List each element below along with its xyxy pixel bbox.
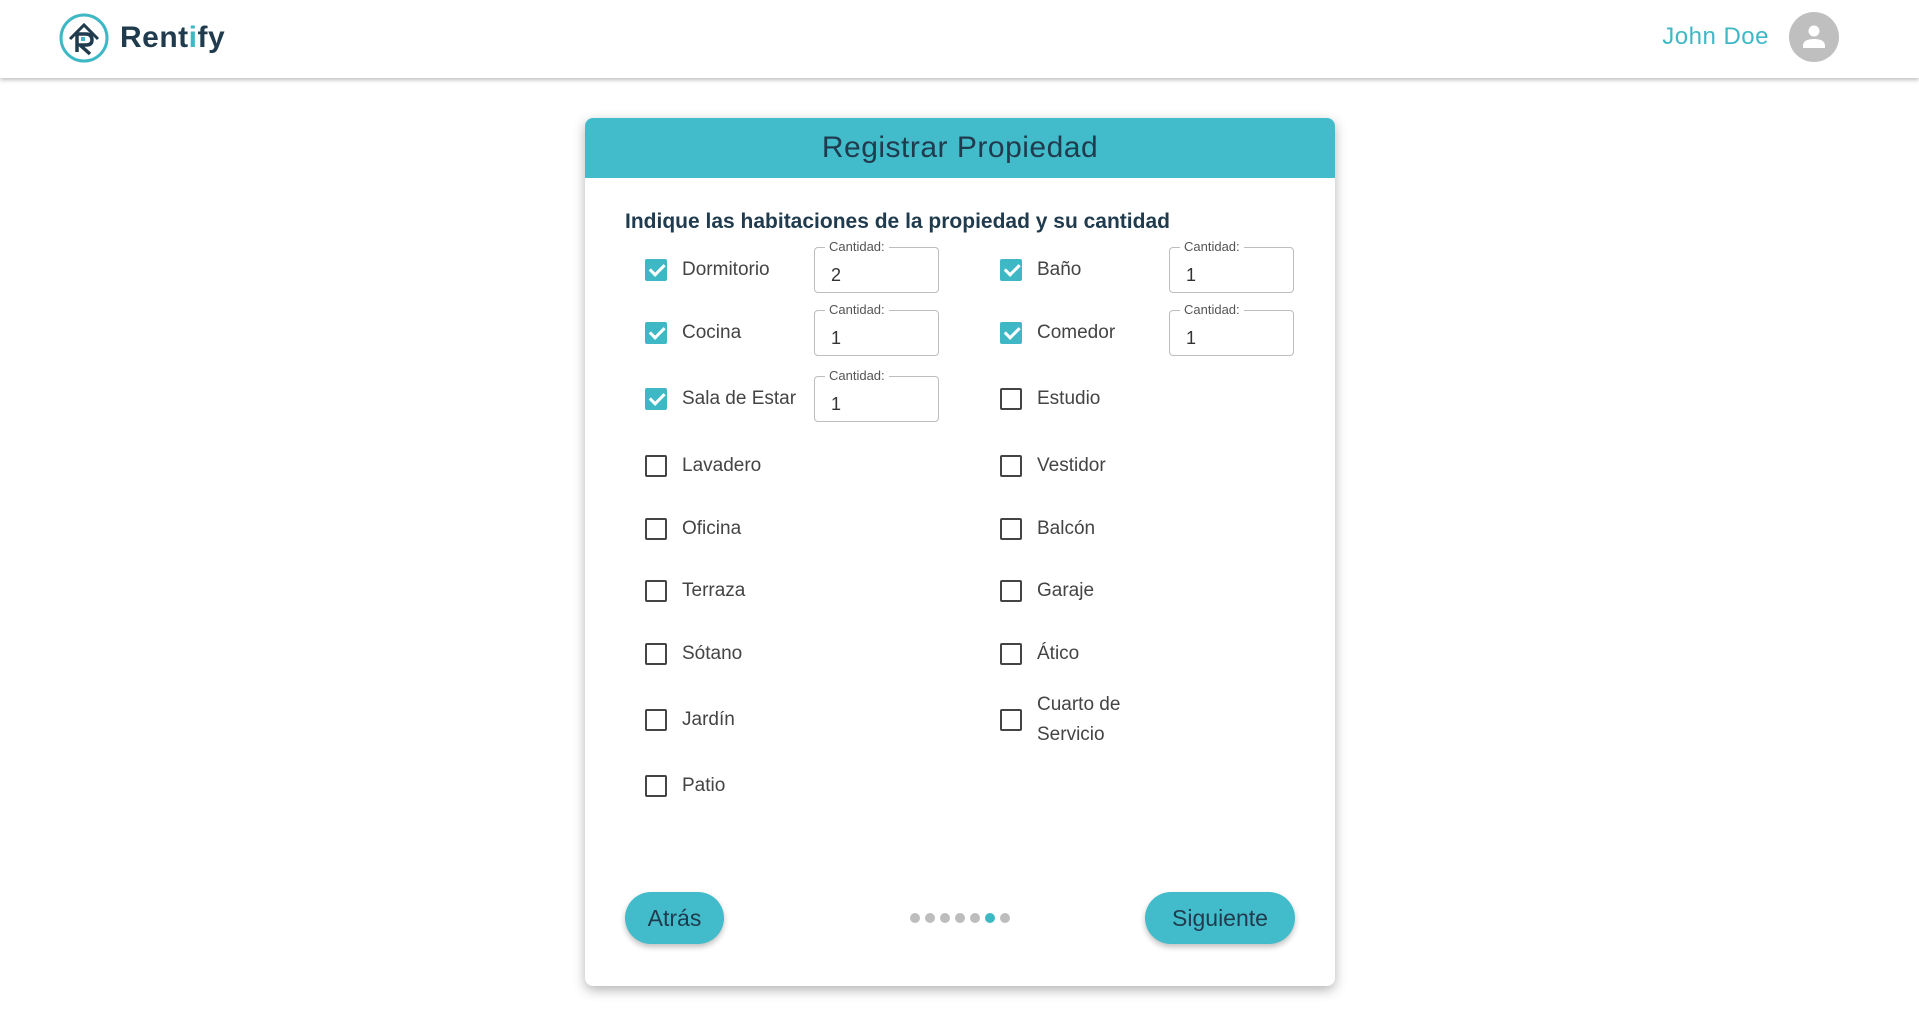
room-label: Lavadero: [682, 455, 762, 476]
room-checkbox[interactable]: [645, 455, 667, 477]
room-option[interactable]: Cocina: [645, 303, 802, 363]
room-checkbox[interactable]: [1000, 580, 1022, 602]
rooms-question: Indique las habitaciones de la propiedad…: [625, 210, 1170, 233]
step-indicator: [885, 913, 1035, 923]
quantity-field[interactable]: Cantidad:: [1169, 239, 1294, 293]
room-label: Vestidor: [1037, 455, 1106, 476]
avatar[interactable]: [1789, 12, 1839, 62]
quantity-label: Cantidad:: [1180, 302, 1244, 317]
room-checkbox[interactable]: [645, 259, 667, 281]
step-dot: [1000, 913, 1010, 923]
room-checkbox[interactable]: [1000, 259, 1022, 281]
quantity-field[interactable]: Cantidad:: [814, 302, 939, 356]
room-option[interactable]: Balcón: [1000, 499, 1157, 559]
room-label: Cocina: [682, 322, 742, 343]
room-checkbox[interactable]: [1000, 643, 1022, 665]
room-option[interactable]: Patio: [645, 756, 802, 816]
room-label: Comedor: [1037, 322, 1116, 343]
user-menu[interactable]: John Doe: [1662, 12, 1839, 62]
register-property-card: Registrar Propiedad Indique las habitaci…: [585, 118, 1335, 986]
quantity-input[interactable]: [815, 311, 938, 355]
room-option[interactable]: Estudio: [1000, 369, 1157, 429]
room-option[interactable]: Oficina: [645, 499, 802, 559]
room-label: Dormitorio: [682, 259, 770, 280]
quantity-field[interactable]: Cantidad:: [814, 368, 939, 422]
room-checkbox[interactable]: [1000, 322, 1022, 344]
room-checkbox[interactable]: [645, 518, 667, 540]
room-checkbox[interactable]: [645, 643, 667, 665]
step-dot: [955, 913, 965, 923]
room-label: Sótano: [682, 643, 743, 664]
room-label: Balcón: [1037, 518, 1096, 539]
user-icon: [1803, 25, 1825, 48]
step-dot: [925, 913, 935, 923]
room-option[interactable]: Vestidor: [1000, 436, 1157, 496]
room-label: Baño: [1037, 259, 1082, 280]
back-button[interactable]: Atrás: [625, 892, 724, 944]
step-dot: [970, 913, 980, 923]
quantity-input[interactable]: [1170, 311, 1293, 355]
room-checkbox[interactable]: [1000, 455, 1022, 477]
next-button[interactable]: Siguiente: [1145, 892, 1295, 944]
room-option[interactable]: Dormitorio: [645, 240, 802, 300]
room-label: Estudio: [1037, 388, 1101, 409]
room-checkbox[interactable]: [1000, 709, 1022, 731]
room-checkbox[interactable]: [645, 775, 667, 797]
room-option[interactable]: Jardín: [645, 690, 802, 750]
room-checkbox[interactable]: [645, 709, 667, 731]
quantity-input[interactable]: [815, 377, 938, 421]
room-label: Cuarto de Servicio: [1037, 694, 1121, 745]
room-label: Sala de Estar: [682, 388, 797, 409]
room-option[interactable]: Sala de Estar: [645, 369, 802, 429]
room-label: Jardín: [682, 709, 735, 730]
step-dot: [910, 913, 920, 923]
room-label: Patio: [682, 775, 726, 796]
room-checkbox[interactable]: [645, 322, 667, 344]
step-dot: [985, 913, 995, 923]
brand-name: Rentify: [120, 21, 226, 54]
room-option[interactable]: Baño: [1000, 240, 1157, 300]
room-label: Ático: [1037, 643, 1080, 664]
quantity-field[interactable]: Cantidad:: [814, 239, 939, 293]
quantity-input[interactable]: [815, 248, 938, 292]
room-checkbox[interactable]: [645, 580, 667, 602]
step-dot: [940, 913, 950, 923]
brand-logo[interactable]: Rentify: [58, 12, 225, 64]
room-label: Terraza: [682, 580, 746, 601]
room-checkbox[interactable]: [645, 388, 667, 410]
room-option[interactable]: Ático: [1000, 624, 1157, 684]
quantity-label: Cantidad:: [825, 302, 889, 317]
room-option[interactable]: Garaje: [1000, 561, 1157, 621]
quantity-field[interactable]: Cantidad:: [1169, 302, 1294, 356]
quantity-label: Cantidad:: [1180, 239, 1244, 254]
room-label: Garaje: [1037, 580, 1095, 601]
room-option[interactable]: Sótano: [645, 624, 802, 684]
room-option[interactable]: Cuarto de Servicio: [1000, 690, 1157, 750]
room-checkbox[interactable]: [1000, 388, 1022, 410]
room-option[interactable]: Terraza: [645, 561, 802, 621]
card-title: Registrar Propiedad: [821, 131, 1099, 164]
room-label: Oficina: [682, 518, 742, 539]
quantity-label: Cantidad:: [825, 239, 889, 254]
room-option[interactable]: Lavadero: [645, 436, 802, 496]
top-navbar: Rentify John Doe: [0, 0, 1919, 78]
user-name[interactable]: John Doe: [1662, 23, 1769, 51]
quantity-label: Cantidad:: [825, 368, 889, 383]
house-logo-icon: [59, 13, 109, 63]
room-checkbox[interactable]: [1000, 518, 1022, 540]
room-option[interactable]: Comedor: [1000, 303, 1157, 363]
card-header: Registrar Propiedad: [585, 118, 1335, 178]
quantity-input[interactable]: [1170, 248, 1293, 292]
